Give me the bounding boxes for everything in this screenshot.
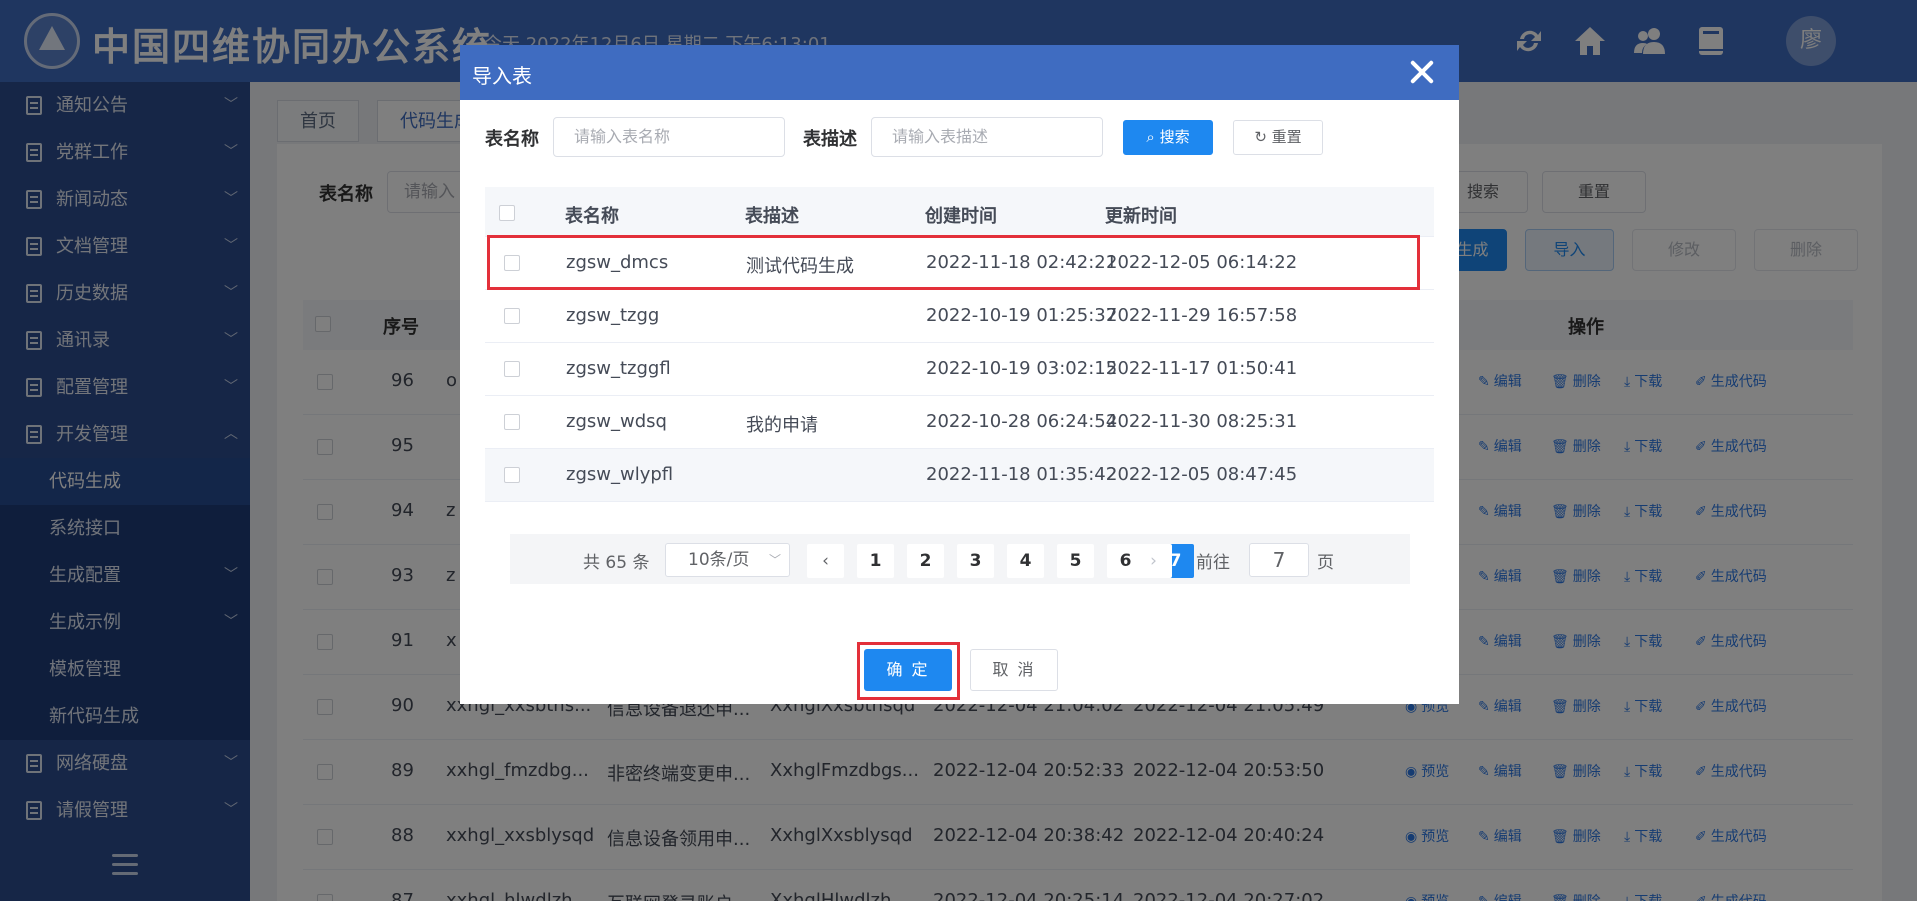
search-icon: ⌕ <box>1146 128 1160 146</box>
close-icon[interactable] <box>1409 59 1435 85</box>
page-unit-label: 页 <box>1317 553 1334 573</box>
chevron-down-icon: ﹀ <box>768 553 781 567</box>
row-table-name: zgsw_tzgg <box>566 305 660 326</box>
row-checkbox[interactable] <box>504 308 520 324</box>
row-table-name: zgsw_wdsq <box>566 411 667 432</box>
goto-page-input[interactable]: 7 <box>1249 543 1309 577</box>
page-1-button[interactable]: 1 <box>857 544 894 578</box>
goto-label: 前往 <box>1196 553 1230 573</box>
table-desc-label: 表描述 <box>803 129 857 150</box>
row-created-time: 2022-10-28 06:24:54 <box>926 411 1118 432</box>
page-size-value: 10条/页 <box>688 550 750 570</box>
row-updated-time: 2022-12-05 08:47:45 <box>1106 464 1298 485</box>
next-page-button[interactable]: › <box>1135 544 1172 578</box>
pagination: 共 65 条 10条/页 ﹀ ‹ 1234567 › 前往 7 页 <box>510 534 1410 584</box>
page-2-button[interactable]: 2 <box>907 544 944 578</box>
row-highlight-box <box>487 235 1420 290</box>
cancel-button[interactable]: 取 消 <box>970 649 1058 691</box>
row-created-time: 2022-10-19 03:02:15 <box>926 358 1118 379</box>
confirm-button[interactable]: 确 定 <box>864 649 952 691</box>
search-button-label: 搜索 <box>1159 128 1190 146</box>
row-table-name: zgsw_tzggfl <box>566 358 671 379</box>
dialog-table-header: 表名称 表描述 创建时间 更新时间 <box>485 187 1434 237</box>
row-checkbox[interactable] <box>504 467 520 483</box>
row-updated-time: 2022-11-30 08:25:31 <box>1106 411 1298 432</box>
table-desc-input[interactable]: 请输入表描述 <box>871 117 1103 157</box>
row-checkbox[interactable] <box>504 414 520 430</box>
column-header: 更新时间 <box>1105 206 1177 227</box>
reset-button-label: 重置 <box>1271 128 1302 146</box>
row-table-name: zgsw_wlypfl <box>566 464 674 485</box>
column-header: 表描述 <box>745 206 799 227</box>
column-header: 表名称 <box>565 206 619 227</box>
refresh-icon: ↻ <box>1254 128 1272 146</box>
table-name-label: 表名称 <box>485 129 539 150</box>
search-button[interactable]: ⌕ 搜索 <box>1123 120 1213 155</box>
table-row[interactable]: zgsw_tzgg 2022-10-19 01:25:37 2022-11-29 1… <box>485 290 1434 343</box>
row-checkbox[interactable] <box>504 361 520 377</box>
import-table-dialog: 导入表 表名称 请输入表名称 表描述 请输入表描述 ⌕ 搜索 ↻ 重置 表名称 … <box>460 45 1459 704</box>
page-4-button[interactable]: 4 <box>1007 544 1044 578</box>
dialog-header: 导入表 <box>460 45 1459 100</box>
row-table-desc: 我的申请 <box>746 415 818 436</box>
table-row[interactable]: zgsw_wdsq 我的申请 2022-10-28 06:24:54 2022-11-… <box>485 396 1434 449</box>
table-row[interactable]: zgsw_tzggfl 2022-10-19 03:02:15 2022-11-17… <box>485 343 1434 396</box>
select-all-checkbox[interactable] <box>499 205 515 221</box>
reset-button[interactable]: ↻ 重置 <box>1233 120 1323 155</box>
page-3-button[interactable]: 3 <box>957 544 994 578</box>
page-size-select[interactable]: 10条/页 ﹀ <box>665 543 790 577</box>
row-created-time: 2022-10-19 01:25:37 <box>926 305 1118 326</box>
page-5-button[interactable]: 5 <box>1057 544 1094 578</box>
table-row[interactable]: zgsw_wlypfl 2022-11-18 01:35:42 2022-12-05… <box>485 449 1434 502</box>
table-name-input[interactable]: 请输入表名称 <box>553 117 785 157</box>
row-updated-time: 2022-11-17 01:50:41 <box>1106 358 1298 379</box>
dialog-title: 导入表 <box>472 64 532 88</box>
pagination-total: 共 65 条 <box>583 553 650 573</box>
prev-page-button[interactable]: ‹ <box>807 544 844 578</box>
column-header: 创建时间 <box>925 206 997 227</box>
row-created-time: 2022-11-18 01:35:42 <box>926 464 1118 485</box>
row-updated-time: 2022-11-29 16:57:58 <box>1106 305 1298 326</box>
